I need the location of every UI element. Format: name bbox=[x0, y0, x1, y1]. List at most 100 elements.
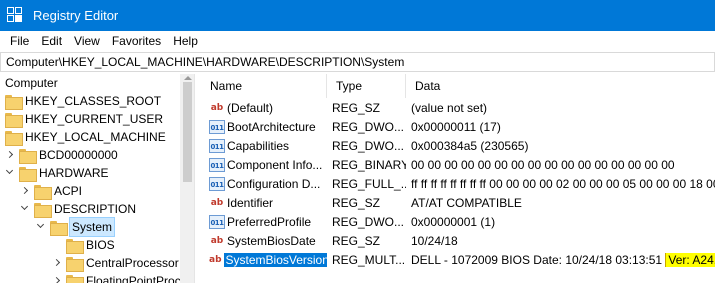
folder-icon bbox=[34, 202, 52, 218]
values-list: Name Type Data ab (Default) REG_SZ (value… bbox=[201, 74, 715, 283]
chevron-down-icon[interactable] bbox=[20, 200, 30, 218]
tree-item-label: Computer bbox=[5, 76, 58, 90]
tree-item-description[interactable]: DESCRIPTION bbox=[20, 200, 136, 218]
value-row[interactable]: 011 Capabilities REG_DWO... 0x000384a5 (2… bbox=[201, 136, 715, 155]
value-data-text: DELL - 1072009 BIOS Date: 10/24/18 03:13… bbox=[411, 252, 666, 267]
value-type: REG_BINARY bbox=[332, 157, 406, 172]
value-row[interactable]: 011 Component Info... REG_BINARY 00 00 00… bbox=[201, 155, 715, 174]
scroll-up-icon[interactable] bbox=[184, 76, 192, 80]
value-name: Capabilities bbox=[227, 138, 290, 153]
value-name: Component Info... bbox=[227, 157, 323, 172]
value-data: (value not set) bbox=[411, 100, 488, 115]
tree-item-label: BCD00000000 bbox=[39, 148, 118, 162]
tree-item-label: HKEY_LOCAL_MACHINE bbox=[25, 130, 166, 144]
value-row[interactable]: 011 PreferredProfile REG_DWO... 0x0000000… bbox=[201, 212, 715, 231]
value-type: REG_MULT... bbox=[332, 252, 406, 267]
binary-value-icon: 011 bbox=[209, 138, 225, 153]
tree-item-computer[interactable]: Computer bbox=[5, 74, 58, 92]
highlighted-version: Ver: A24.00 bbox=[665, 252, 715, 267]
menu-favorites[interactable]: Favorites bbox=[106, 31, 167, 51]
tree-item-hkey-current-user[interactable]: HKEY_CURRENT_USER bbox=[5, 110, 163, 128]
value-data: DELL - 1072009 BIOS Date: 10/24/18 03:13… bbox=[406, 252, 715, 267]
tree-item-hkey-local-machine[interactable]: HKEY_LOCAL_MACHINE bbox=[5, 128, 166, 146]
binary-value-icon: 011 bbox=[209, 119, 225, 134]
value-type: REG_SZ bbox=[332, 195, 381, 210]
folder-icon bbox=[5, 130, 23, 146]
menu-help[interactable]: Help bbox=[167, 31, 204, 51]
tree-item-bcd[interactable]: BCD00000000 bbox=[5, 146, 118, 164]
folder-icon bbox=[66, 274, 84, 283]
value-data: ff ff ff ff ff ff ff ff 00 00 00 00 02 0… bbox=[411, 176, 715, 191]
tree-item-label: HARDWARE bbox=[39, 166, 109, 180]
value-name: PreferredProfile bbox=[227, 214, 312, 229]
value-row-selected[interactable]: ab SystemBiosVersion REG_MULT... DELL - 1… bbox=[201, 250, 715, 269]
tree-item-label: System bbox=[68, 217, 116, 237]
tree-item-bios[interactable]: BIOS bbox=[66, 236, 115, 254]
chevron-down-icon[interactable] bbox=[36, 218, 46, 236]
value-data: 0x00000001 (1) bbox=[411, 214, 496, 229]
value-row[interactable]: ab (Default) REG_SZ (value not set) bbox=[201, 98, 715, 117]
value-type: REG_SZ bbox=[332, 100, 381, 115]
menu-file[interactable]: File bbox=[4, 31, 35, 51]
column-header-type[interactable]: Type bbox=[327, 74, 406, 98]
chevron-right-icon[interactable] bbox=[52, 272, 62, 283]
tree-item-label: DESCRIPTION bbox=[54, 202, 137, 216]
tree-item-hkey-classes-root[interactable]: HKEY_CLASSES_ROOT bbox=[5, 92, 161, 110]
folder-icon bbox=[5, 94, 23, 110]
tree-item-label: FloatingPointProc bbox=[86, 274, 181, 283]
tree-item-label: HKEY_CURRENT_USER bbox=[25, 112, 164, 126]
tree-item-label: ACPI bbox=[54, 184, 83, 198]
value-name: BootArchitecture bbox=[227, 119, 316, 134]
value-data: 0x00000011 (17) bbox=[411, 119, 501, 134]
tree-item-hardware[interactable]: HARDWARE bbox=[5, 164, 109, 182]
address-bar[interactable]: Computer\HKEY_LOCAL_MACHINE\HARDWARE\DES… bbox=[0, 52, 715, 72]
folder-icon bbox=[19, 166, 37, 182]
value-name: (Default) bbox=[227, 100, 274, 115]
menu-edit[interactable]: Edit bbox=[35, 31, 68, 51]
folder-icon bbox=[34, 184, 52, 200]
value-type: REG_FULL_... bbox=[332, 176, 406, 191]
window-title: Registry Editor bbox=[33, 8, 119, 23]
value-name: SystemBiosVersion bbox=[223, 252, 327, 267]
value-type: REG_DWO... bbox=[332, 214, 405, 229]
column-header-data[interactable]: Data bbox=[406, 74, 715, 98]
value-row[interactable]: ab SystemBiosDate REG_SZ 10/24/18 bbox=[201, 231, 715, 250]
tree-item-label: BIOS bbox=[86, 238, 115, 252]
value-data: AT/AT COMPATIBLE bbox=[411, 195, 522, 210]
scrollbar-thumb[interactable] bbox=[183, 82, 192, 182]
chevron-right-icon[interactable] bbox=[20, 182, 30, 200]
value-data: 00 00 00 00 00 00 00 00 00 00 00 00 00 0… bbox=[411, 157, 675, 172]
tree-scrollbar[interactable] bbox=[180, 74, 194, 283]
key-tree: Computer HKEY_CLASSES_ROOT HKEY_CURRENT_… bbox=[0, 74, 195, 283]
folder-icon bbox=[19, 148, 37, 164]
menu-view[interactable]: View bbox=[68, 31, 106, 51]
column-header-name[interactable]: Name bbox=[201, 74, 327, 98]
folder-icon bbox=[5, 112, 23, 128]
title-bar: Registry Editor bbox=[0, 0, 715, 31]
value-data: 10/24/18 bbox=[411, 233, 458, 248]
chevron-right-icon[interactable] bbox=[52, 254, 62, 272]
chevron-down-icon[interactable] bbox=[5, 164, 15, 182]
folder-icon bbox=[66, 238, 84, 254]
list-header: Name Type Data bbox=[201, 74, 715, 98]
value-data: 0x000384a5 (230565) bbox=[411, 138, 529, 153]
tree-item-centralprocessor[interactable]: CentralProcessor bbox=[52, 254, 179, 272]
registry-icon bbox=[7, 6, 25, 25]
chevron-right-icon[interactable] bbox=[5, 146, 15, 164]
tree-item-system[interactable]: System bbox=[36, 217, 116, 237]
tree-item-acpi[interactable]: ACPI bbox=[20, 182, 82, 200]
value-row[interactable]: ab Identifier REG_SZ AT/AT COMPATIBLE bbox=[201, 193, 715, 212]
value-row[interactable]: 011 BootArchitecture REG_DWO... 0x0000001… bbox=[201, 117, 715, 136]
string-value-icon: ab bbox=[210, 102, 224, 113]
string-value-icon: ab bbox=[210, 197, 224, 208]
value-name: SystemBiosDate bbox=[227, 233, 316, 248]
value-name: Configuration D... bbox=[227, 176, 321, 191]
tree-item-label: HKEY_CLASSES_ROOT bbox=[25, 94, 162, 108]
value-type: REG_SZ bbox=[332, 233, 381, 248]
binary-value-icon: 011 bbox=[209, 214, 225, 229]
tree-item-floatingpointprocessor[interactable]: FloatingPointProc bbox=[52, 272, 181, 283]
tree-item-label: CentralProcessor bbox=[86, 256, 179, 270]
binary-value-icon: 011 bbox=[209, 157, 225, 172]
value-type: REG_DWO... bbox=[332, 138, 405, 153]
value-row[interactable]: 011 Configuration D... REG_FULL_... ff ff… bbox=[201, 174, 715, 193]
